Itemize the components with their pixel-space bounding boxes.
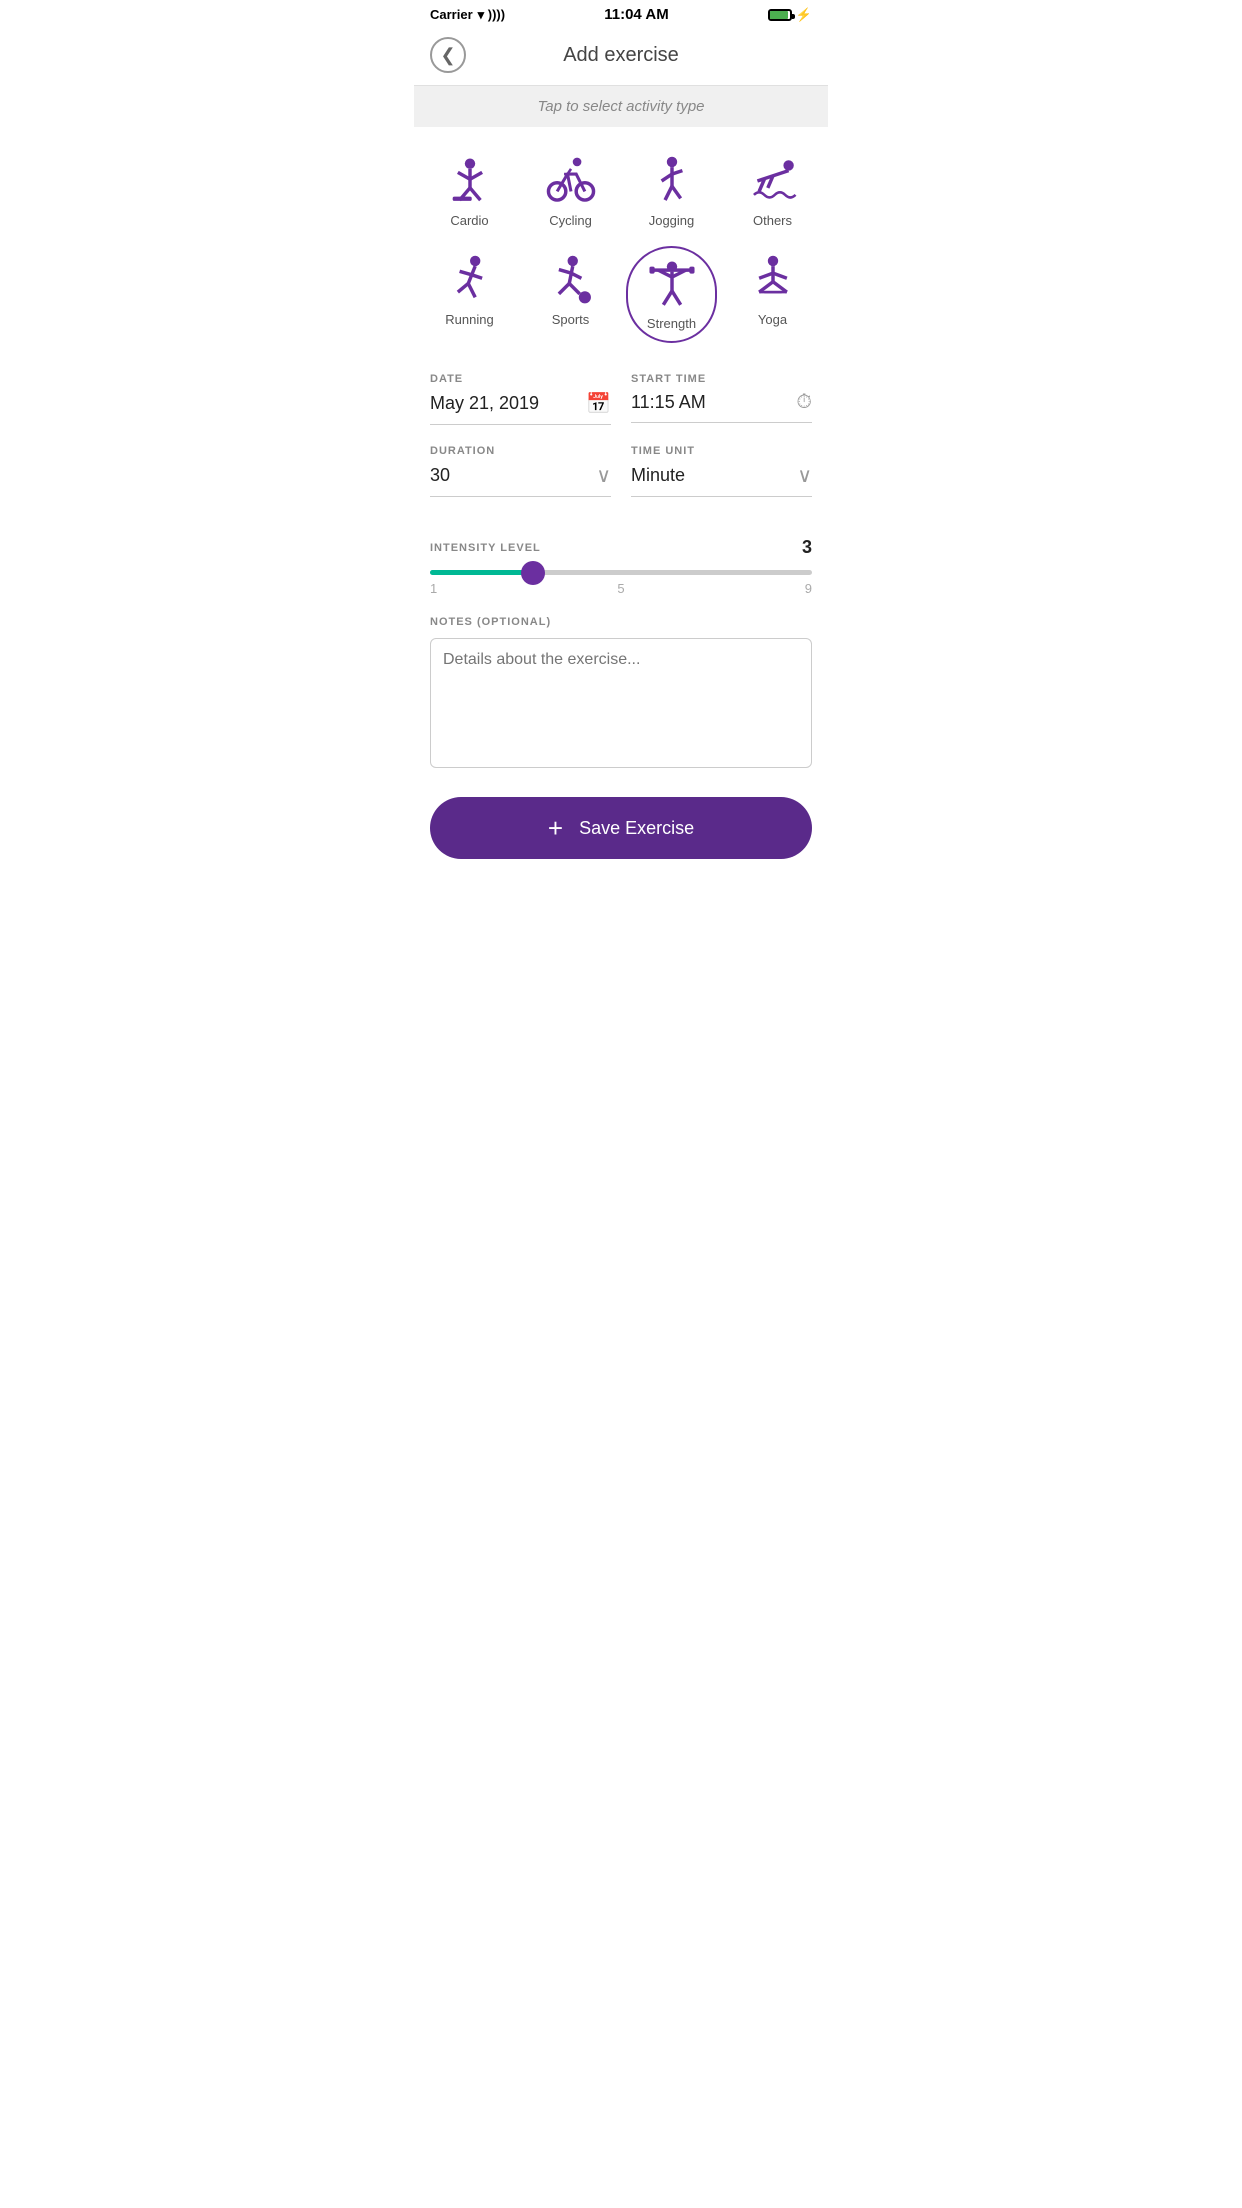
intensity-slider[interactable] xyxy=(430,570,812,575)
time-unit-label: TIME UNIT xyxy=(631,445,812,457)
notes-section: NOTES (OPTIONAL) xyxy=(414,596,828,773)
page-title: Add exercise xyxy=(466,44,776,67)
yoga-label: Yoga xyxy=(758,312,787,327)
date-time-row: DATE May 21, 2019 📅 START TIME 11:15 AM … xyxy=(430,373,812,425)
intensity-value: 3 xyxy=(802,537,812,558)
time-unit-field[interactable]: TIME UNIT Minute ∨ xyxy=(631,445,812,497)
notes-input[interactable] xyxy=(430,638,812,768)
yoga-icon xyxy=(747,254,799,306)
slider-thumb[interactable] xyxy=(521,561,545,585)
save-button[interactable]: + Save Exercise xyxy=(430,797,812,859)
date-field[interactable]: DATE May 21, 2019 📅 xyxy=(430,373,611,425)
status-time: 11:04 AM xyxy=(604,6,668,23)
save-section: + Save Exercise xyxy=(414,773,828,879)
cardio-icon xyxy=(444,155,496,207)
slider-max-label: 9 xyxy=(805,581,812,596)
notes-label: NOTES (OPTIONAL) xyxy=(430,616,812,628)
charging-icon: ⚡ xyxy=(796,7,812,23)
jogging-icon xyxy=(646,155,698,207)
activity-grid: Cardio Cycling xyxy=(414,127,828,353)
cardio-label: Cardio xyxy=(450,213,488,228)
dropdown-unit-icon: ∨ xyxy=(797,463,812,488)
start-time-field[interactable]: START TIME 11:15 AM ⏱ xyxy=(631,373,812,425)
activity-strength[interactable]: Strength xyxy=(626,246,717,343)
slider-track xyxy=(430,570,812,575)
slider-min-label: 1 xyxy=(430,581,437,596)
strength-label: Strength xyxy=(647,316,696,331)
date-label: DATE xyxy=(430,373,611,385)
carrier-label: Carrier xyxy=(430,7,473,22)
select-banner: Tap to select activity type xyxy=(414,86,828,127)
start-time-value[interactable]: 11:15 AM ⏱ xyxy=(631,391,812,423)
duration-value[interactable]: 30 ∨ xyxy=(430,463,611,497)
activity-jogging[interactable]: Jogging xyxy=(626,147,717,236)
activity-cycling[interactable]: Cycling xyxy=(525,147,616,236)
others-label: Others xyxy=(753,213,792,228)
header: ❮ Add exercise xyxy=(414,27,828,86)
duration-label: DURATION xyxy=(430,445,611,457)
slider-mid-label: 5 xyxy=(617,581,624,596)
back-button[interactable]: ❮ xyxy=(430,37,466,73)
strength-icon xyxy=(646,258,698,310)
intensity-header: INTENSITY LEVEL 3 xyxy=(430,537,812,558)
status-right: ⚡ xyxy=(768,7,812,23)
activity-yoga[interactable]: Yoga xyxy=(727,246,818,343)
start-time-label: START TIME xyxy=(631,373,812,385)
running-icon xyxy=(444,254,496,306)
cycling-label: Cycling xyxy=(549,213,592,228)
date-value[interactable]: May 21, 2019 📅 xyxy=(430,391,611,425)
dropdown-duration-icon: ∨ xyxy=(596,463,611,488)
activity-others[interactable]: Others xyxy=(727,147,818,236)
sports-icon xyxy=(545,254,597,306)
activity-running[interactable]: Running xyxy=(424,246,515,343)
plus-icon: + xyxy=(548,815,563,841)
slider-fill xyxy=(430,570,533,575)
battery-icon xyxy=(768,9,792,21)
time-unit-value[interactable]: Minute ∨ xyxy=(631,463,812,497)
back-chevron-icon: ❮ xyxy=(440,45,455,66)
intensity-label: INTENSITY LEVEL xyxy=(430,542,541,554)
save-button-label: Save Exercise xyxy=(579,818,694,839)
jogging-label: Jogging xyxy=(649,213,695,228)
activity-sports[interactable]: Sports xyxy=(525,246,616,343)
form-section: DATE May 21, 2019 📅 START TIME 11:15 AM … xyxy=(414,353,828,497)
activity-cardio[interactable]: Cardio xyxy=(424,147,515,236)
duration-field[interactable]: DURATION 30 ∨ xyxy=(430,445,611,497)
wifi-icon: ▾ )))) xyxy=(478,7,505,23)
duration-unit-row: DURATION 30 ∨ TIME UNIT Minute ∨ xyxy=(430,445,812,497)
calendar-icon: 📅 xyxy=(586,391,611,416)
slider-labels: 1 5 9 xyxy=(430,581,812,596)
intensity-section: INTENSITY LEVEL 3 1 5 9 xyxy=(414,517,828,596)
others-icon xyxy=(747,155,799,207)
cycling-icon xyxy=(545,155,597,207)
sports-label: Sports xyxy=(552,312,590,327)
status-left: Carrier ▾ )))) xyxy=(430,7,505,23)
status-bar: Carrier ▾ )))) 11:04 AM ⚡ xyxy=(414,0,828,27)
clock-icon: ⏱ xyxy=(796,391,812,414)
running-label: Running xyxy=(445,312,493,327)
